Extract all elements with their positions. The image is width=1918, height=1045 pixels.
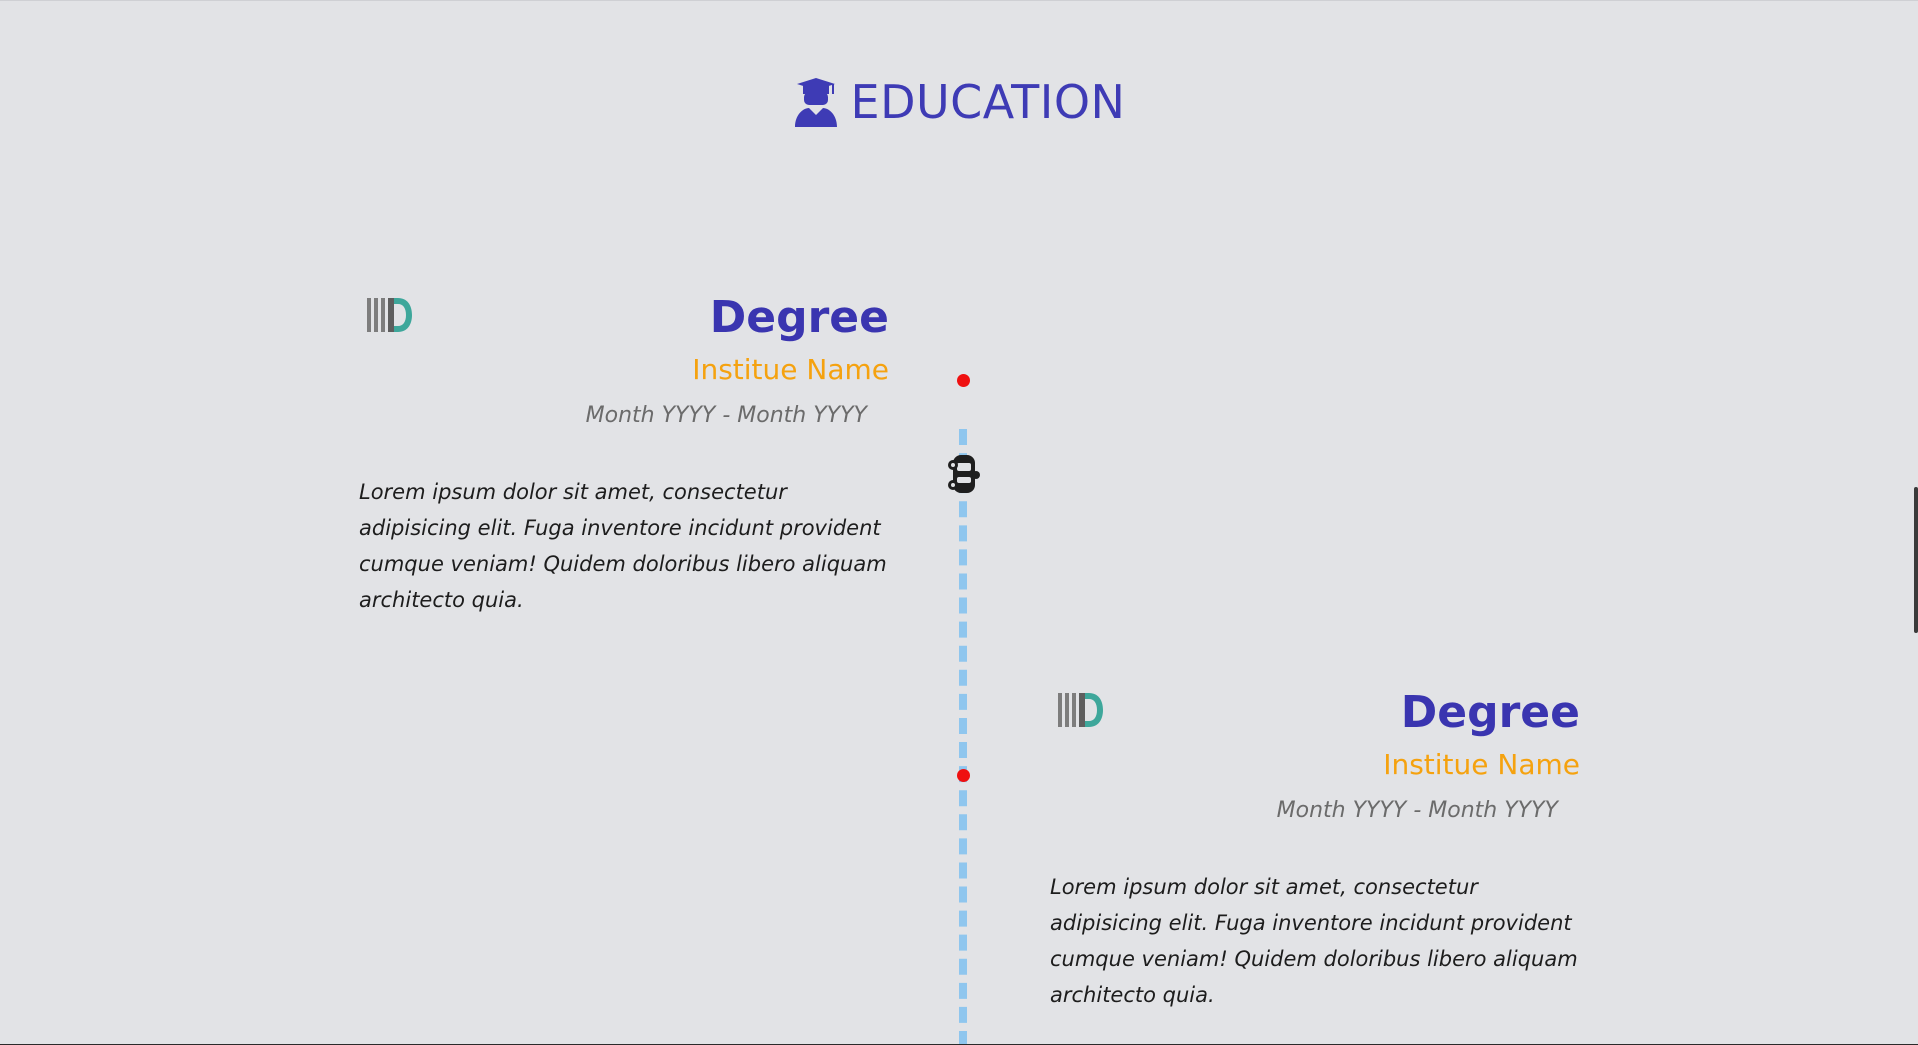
institute-name: Institue Name <box>1383 748 1580 781</box>
date-range: Month YYYY - Month YYYY <box>585 403 867 428</box>
section-title: EDUCATION <box>0 75 1918 129</box>
md-logo-icon <box>1058 693 1103 727</box>
education-entry: Degree Institue Name Month YYYY - Month … <box>359 288 889 618</box>
education-entry: Degree Institue Name Month YYYY - Month … <box>1050 683 1580 1013</box>
section-title-text: EDUCATION <box>850 75 1126 129</box>
scrollbar-thumb[interactable] <box>1914 487 1918 633</box>
car-icon <box>948 455 980 493</box>
timeline-dot <box>957 374 970 387</box>
date-range: Month YYYY - Month YYYY <box>1276 798 1558 823</box>
degree-title: Degree <box>1400 687 1580 738</box>
timeline-dot <box>957 769 970 782</box>
institute-name: Institue Name <box>692 353 889 386</box>
timeline-line <box>959 429 967 1045</box>
entry-description: Lorem ipsum dolor sit amet, consectetur … <box>1050 875 1578 1007</box>
degree-title: Degree <box>709 292 889 343</box>
entry-description: Lorem ipsum dolor sit amet, consectetur … <box>359 480 887 612</box>
graduate-icon <box>794 78 837 127</box>
education-page: EDUCATION Degree Institue Name Month YYY… <box>0 0 1918 1045</box>
md-logo-icon <box>367 298 412 332</box>
